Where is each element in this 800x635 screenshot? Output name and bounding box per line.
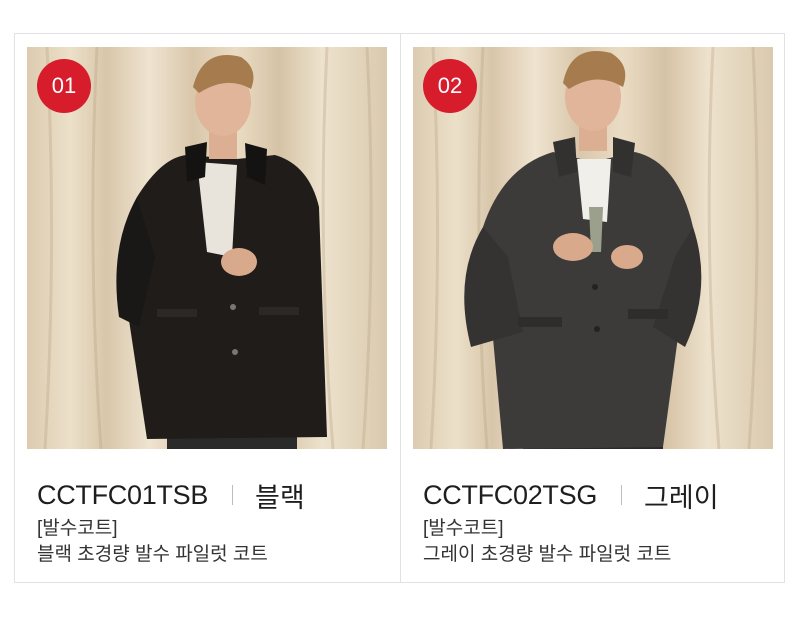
product-number-badge: 01 <box>37 59 91 113</box>
product-info: CCTFC01TSB 블랙 [발수코트] 블랙 초경량 발수 파일럿 코트 <box>37 478 382 568</box>
title-row: CCTFC01TSB 블랙 <box>37 478 382 513</box>
title-row: CCTFC02TSG 그레이 <box>423 478 768 513</box>
product-category: [발수코트] <box>423 518 504 539</box>
model-illustration <box>43 47 373 449</box>
product-description: 그레이 초경량 발수 파일럿 코트 <box>423 544 672 565</box>
separator <box>232 485 234 505</box>
product-code: CCTFC02TSG <box>423 479 598 510</box>
product-card-2[interactable]: 02 CCTFC02TSG 그레이 [발수코트] 그레이 초경량 발수 파일럿 … <box>401 34 786 582</box>
product-description: 블랙 초경량 발수 파일럿 코트 <box>37 544 268 565</box>
product-photo[interactable]: 01 <box>27 47 387 449</box>
product-info: CCTFC02TSG 그레이 [발수코트] 그레이 초경량 발수 파일럿 코트 <box>423 478 768 568</box>
product-color: 블랙 <box>255 482 305 513</box>
product-card-1[interactable]: 01 CCTFC01TSB 블랙 [발수코트] 블랙 초경량 발수 파일럿 코트 <box>15 34 400 582</box>
product-grid: 01 CCTFC01TSB 블랙 [발수코트] 블랙 초경량 발수 파일럿 코트 <box>14 33 785 583</box>
separator <box>621 485 623 505</box>
product-color: 그레이 <box>644 482 719 513</box>
model-illustration <box>429 47 759 449</box>
product-code: CCTFC01TSB <box>37 479 209 510</box>
product-number-badge: 02 <box>423 59 477 113</box>
product-photo[interactable]: 02 <box>413 47 773 449</box>
product-category: [발수코트] <box>37 518 118 539</box>
